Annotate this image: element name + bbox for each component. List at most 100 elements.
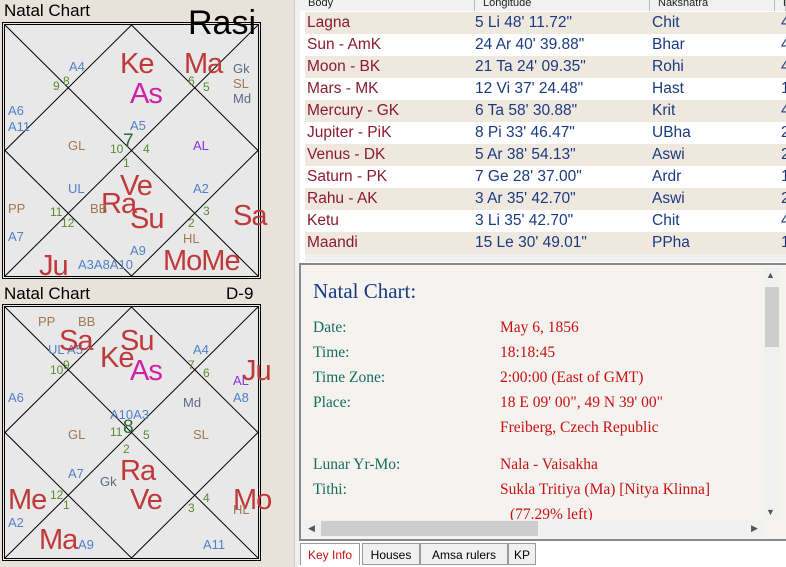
- house-number: 2: [123, 442, 130, 456]
- nakshatra-cell: Bhar: [652, 36, 685, 53]
- pada-cell: 2: [781, 190, 786, 207]
- rasi-chart[interactable]: Ke Ma As Gk SL Md A4 8 9 6 5 A6 A11 A5 7 10 4 1 GL AL UL Ve Ra…: [2, 22, 267, 281]
- chart-label: Ma: [39, 524, 78, 556]
- pada-cell: 2: [781, 124, 786, 141]
- scroll-right-icon[interactable]: ▶: [751, 524, 758, 533]
- chart-label: A6: [8, 103, 24, 118]
- chart-label: A4: [193, 342, 209, 357]
- tab-kp[interactable]: KP: [508, 543, 536, 565]
- scroll-down-icon[interactable]: ▼: [766, 508, 775, 517]
- info-title: Natal Chart:: [313, 279, 417, 303]
- chart-label: HL: [183, 231, 200, 246]
- longitude-cell: 24 Ar 40' 39.88": [475, 36, 585, 53]
- chart-label: A7: [68, 466, 84, 481]
- chart-label: Gk: [100, 474, 117, 489]
- house-number: 2: [188, 216, 195, 230]
- pada-cell: 4: [781, 212, 786, 229]
- table-hscroll[interactable]: [305, 254, 786, 262]
- hscroll-thumb[interactable]: [321, 521, 538, 536]
- col-longitude[interactable]: Longitude: [475, 0, 650, 11]
- chart-label: A9: [78, 537, 94, 552]
- house-number: 4: [203, 491, 210, 505]
- body-cell: Mercury - GK: [307, 102, 400, 119]
- pada-cell: 4: [781, 36, 786, 53]
- chart-label: GL: [68, 427, 86, 442]
- chart-label: A7: [8, 229, 24, 244]
- chart-label: A3A8A10: [78, 257, 133, 272]
- chart-label: SL: [233, 76, 249, 91]
- longitude-cell: 21 Ta 24' 09.35": [475, 58, 586, 75]
- house-number: 5: [203, 80, 210, 94]
- chart-label: A11: [203, 537, 226, 552]
- chart-label: Gk: [233, 61, 250, 76]
- horizontal-scrollbar[interactable]: ◀ ▶: [304, 520, 764, 537]
- table-row[interactable]: Jupiter - PiK 8 Pi 33' 46.47" UBha 2: [305, 122, 786, 144]
- info-value: May 6, 1856: [500, 319, 579, 336]
- info-value: Nala - Vaisakha: [500, 456, 598, 473]
- pada-cell: 2: [781, 146, 786, 163]
- table-row[interactable]: Rahu - AK 3 Ar 35' 42.70" Aswi 2: [305, 188, 786, 210]
- table-row[interactable]: Saturn - PK 7 Ge 28' 37.00" Ardr 1: [305, 166, 786, 188]
- house-number: 6: [203, 366, 210, 380]
- longitude-cell: 15 Le 30' 49.01": [475, 234, 587, 251]
- nakshatra-cell: Rohi: [652, 58, 684, 75]
- tab-key-info[interactable]: Key Info: [300, 543, 360, 565]
- body-cell: Venus - DK: [307, 146, 386, 163]
- info-label: Time Zone:: [313, 369, 386, 386]
- body-cell: Jupiter - PiK: [307, 124, 392, 141]
- col-nakshatra[interactable]: Nakshatra: [650, 0, 775, 11]
- house-number: 5: [143, 428, 150, 442]
- body-cell: Ketu: [307, 212, 339, 229]
- table-row[interactable]: Maandi 15 Le 30' 49.01" PPha 1: [305, 232, 786, 254]
- table-row[interactable]: Lagna 5 Li 48' 11.72" Chit 4: [305, 12, 786, 34]
- table-row[interactable]: Ketu 3 Li 35' 42.70" Chit 4: [305, 210, 786, 232]
- longitude-cell: 7 Ge 28' 37.00": [475, 168, 582, 185]
- scroll-left-icon[interactable]: ◀: [308, 524, 315, 533]
- info-value: 18 E 09' 00", 49 N 39' 00": [500, 394, 663, 411]
- chart-label: A6: [8, 390, 24, 405]
- house-number: 12: [61, 216, 75, 230]
- scroll-thumb[interactable]: [765, 287, 779, 347]
- chart-label: HL: [233, 502, 250, 517]
- table-row[interactable]: Mars - MK 12 Vi 37' 24.48" Hast 1: [305, 78, 786, 100]
- house-number: 11: [110, 425, 123, 439]
- info-value: 18:18:45: [500, 344, 556, 361]
- chart-label: As: [130, 355, 163, 387]
- vertical-scrollbar[interactable]: ▲ ▼: [764, 268, 780, 520]
- chart-label: Ke: [120, 48, 154, 80]
- col-body[interactable]: Body: [300, 0, 475, 11]
- longitude-cell: 3 Li 35' 42.70": [475, 212, 574, 229]
- chart-label: Me: [8, 484, 47, 516]
- chart-label: SL: [193, 427, 209, 442]
- chart-label: As: [130, 78, 163, 110]
- chart-label: Ve: [130, 484, 163, 516]
- navamsa-chart[interactable]: PP BB UL A5 Sa 9 10 Ke Su As A4 7 6 Ju AL A8 A6 Md A10A3 8…: [2, 304, 272, 561]
- table-row[interactable]: Venus - DK 5 Ar 38' 54.13" Aswi 2: [305, 144, 786, 166]
- pada-cell: 1: [781, 234, 786, 251]
- longitude-cell: 12 Vi 37' 24.48": [475, 80, 584, 97]
- info-label: Tithi:: [313, 481, 347, 498]
- info-label: Time:: [313, 344, 350, 361]
- longitude-cell: 3 Ar 35' 42.70": [475, 190, 576, 207]
- chart-label: A8: [233, 390, 249, 405]
- body-cell: Moon - BK: [307, 58, 381, 75]
- table-row[interactable]: Mercury - GK 6 Ta 58' 30.88" Krit 4: [305, 100, 786, 122]
- house-number: 7: [188, 358, 195, 372]
- tab-amsa-rulers[interactable]: Amsa rulers: [420, 543, 508, 565]
- rasi-title: Natal Chart: [4, 1, 90, 20]
- pada-cell: 4: [781, 102, 786, 119]
- col-pada[interactable]: P: [775, 0, 786, 11]
- pada-cell: 1: [781, 80, 786, 97]
- table-row[interactable]: Sun - AmK 24 Ar 40' 39.88" Bhar 4: [305, 34, 786, 56]
- table-row[interactable]: Moon - BK 21 Ta 24' 09.35" Rohi 4: [305, 56, 786, 78]
- chart-label: Sa: [233, 200, 267, 232]
- nakshatra-cell: PPha: [652, 234, 690, 251]
- house-number: 9: [63, 358, 70, 372]
- chart-label: Su: [120, 325, 154, 357]
- tab-houses[interactable]: Houses: [362, 543, 420, 565]
- scroll-up-icon[interactable]: ▲: [766, 271, 775, 280]
- nakshatra-cell: Chit: [652, 14, 680, 31]
- body-cell: Sun - AmK: [307, 36, 382, 53]
- house-number: 8: [123, 417, 134, 438]
- chart-label: PP: [38, 314, 56, 329]
